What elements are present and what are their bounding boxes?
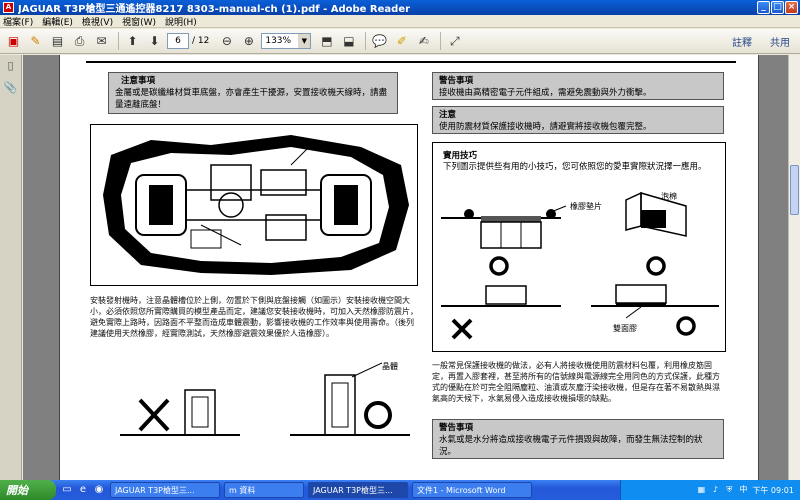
security-icon[interactable]: ⛨	[724, 485, 734, 495]
caution-body: 使用防震材質保護接收機時，請避實將接收機包覆完整。	[439, 122, 652, 132]
toolbar-separator	[440, 32, 442, 50]
zoom-in-icon[interactable]: ⊕	[239, 32, 258, 51]
clock: 下午 09:01	[752, 485, 794, 495]
menu-help[interactable]: 說明(H)	[165, 15, 197, 28]
vertical-scrollbar[interactable]	[788, 55, 800, 480]
car-illustration-frame	[90, 124, 418, 286]
toolbar: ▣ ✎ ▤ ⎙ ✉ ⬆ ⬇ 6 / 12 ⊖ ⊕ 133% ▼ ⬒ ⬓ 💬 ✐ …	[0, 29, 800, 54]
warning-bottom-title: 警告事項	[439, 423, 474, 433]
sponge-label: 泡棉	[661, 192, 677, 201]
scrollbar-thumb[interactable]	[790, 165, 799, 215]
menu-window[interactable]: 視窗(W)	[122, 15, 156, 28]
menu-bar: 檔案(F) 編輯(E) 檢視(V) 視窗(W) 說明(H)	[0, 15, 800, 28]
installation-paragraph: 安裝發射機時，注意晶體槽位於上側，勿置於下側與底盤接觸（如圖示）安裝接收機空間大…	[90, 296, 418, 338]
page-total: / 12	[192, 36, 210, 46]
zoom-select[interactable]: 133% ▼	[261, 33, 312, 49]
adobe-reader-icon: A	[3, 2, 14, 13]
warning-bottom-body: 水氣或是水分將造成接收機電子元件損毀與故障，而發生無法控制的狀況。	[439, 435, 703, 457]
window-title: JAGUAR T3P槍型三通遙控器8217 8303-manual-ch (1)…	[18, 4, 411, 15]
chevron-down-icon[interactable]: ▼	[298, 34, 311, 48]
previous-page-icon[interactable]: ⬆	[123, 32, 142, 51]
browser-icon[interactable]: e	[76, 483, 90, 497]
taskbar-item-folder[interactable]: m 資料	[224, 482, 304, 498]
taskbar-item-pdf-1[interactable]: JAGUAR T3P槍型三...	[110, 482, 220, 498]
minimize-button[interactable]: _	[757, 1, 770, 14]
toolbar-separator	[118, 32, 119, 50]
zoom-value: 133%	[265, 36, 292, 46]
ime-icon[interactable]: 中	[738, 485, 748, 495]
expand-icon[interactable]: ⤢	[445, 32, 464, 51]
network-icon[interactable]: ▦	[696, 485, 706, 495]
toolbar-separator	[365, 32, 367, 50]
close-button[interactable]: ×	[785, 1, 798, 14]
notice-title: 注意事項	[121, 76, 156, 86]
maximize-button[interactable]: □	[771, 1, 784, 14]
taskbar-item-pdf-2[interactable]: JAGUAR T3P槍型三...	[308, 482, 408, 498]
page-thumbnails-icon[interactable]: ▯	[4, 59, 18, 73]
tips-title: 實用技巧	[443, 151, 478, 161]
tips-body: 下列圖示提供些有用的小技巧，您可依照您的愛車實際狀況擇一應用。	[443, 162, 707, 172]
comment-link[interactable]: 註釋	[732, 34, 752, 49]
share-link[interactable]: 共用	[770, 34, 790, 49]
show-desktop-icon[interactable]: ▭	[60, 483, 74, 497]
email-icon[interactable]: ✉	[92, 32, 111, 51]
print-icon[interactable]: ⎙	[70, 32, 89, 51]
highlight-icon[interactable]: ✐	[392, 32, 411, 51]
warning-box-top: 警告事項 接收機由高精密電子元件組成，需避免震動與外力衝擊。	[432, 72, 724, 100]
title-bar: A JAGUAR T3P槍型三通遙控器8217 8303-manual-ch (…	[0, 0, 800, 15]
next-page-icon[interactable]: ⬇	[145, 32, 164, 51]
attachment-icon[interactable]: 📎	[4, 81, 18, 95]
start-button[interactable]: 開始	[0, 480, 56, 500]
collaborate-icon[interactable]: ✎	[26, 32, 45, 51]
practical-tips-box: 實用技巧 下列圖示提供些有用的小技巧，您可依照您的愛車實際狀況擇一應用。 橡膠墊…	[432, 142, 726, 352]
notice-body: 金屬或是碳纖維材質車底盤，亦會產生干擾源，安置接收機天線時，請盡量遠離底盤！	[115, 88, 388, 110]
menu-edit[interactable]: 編輯(E)	[42, 15, 73, 28]
receiver-orientation-figure	[120, 362, 410, 436]
taskbar: 開始 ▭ e ◉ JAGUAR T3P槍型三... m 資料 JAGUAR T3…	[0, 480, 800, 500]
navigation-panel: ▯ 📎	[0, 55, 22, 480]
page-number-input[interactable]: 6	[167, 33, 189, 49]
menu-file[interactable]: 檔案(F)	[3, 15, 33, 28]
sign-icon[interactable]: ✍	[414, 32, 433, 51]
crystal-label: 晶體	[382, 362, 398, 371]
tips-illustration	[441, 191, 719, 340]
taskbar-item-word[interactable]: 文件1 - Microsoft Word	[412, 482, 532, 498]
car-chassis-illustration	[103, 135, 409, 275]
comment-icon[interactable]: 💬	[370, 32, 389, 51]
media-icon[interactable]: ◉	[92, 483, 106, 497]
protection-paragraph: 一般常見保護接收機的做法，必有人將接收機使用防震材料包覆，利用橡皮筋固定，再置入…	[432, 361, 720, 403]
warning-body: 接收機由高精密電子元件組成，需避免震動與外力衝擊。	[439, 88, 652, 98]
double-tape-label: 雙面膠	[613, 324, 637, 333]
warning-box-bottom: 警告事項 水氣或是水分將造成接收機電子元件損毀與故障，而發生無法控制的狀況。	[432, 419, 724, 459]
system-tray: ▦ ♪ ⛨ 中 下午 09:01	[620, 480, 800, 500]
fit-width-icon[interactable]: ⬓	[339, 32, 358, 51]
zoom-out-icon[interactable]: ⊖	[217, 32, 236, 51]
fit-page-icon[interactable]: ⬒	[317, 32, 336, 51]
save-icon[interactable]: ▤	[48, 32, 67, 51]
caution-box: 注意 使用防震材質保護接收機時，請避實將接收機包覆完整。	[432, 106, 724, 134]
page-header-rule	[86, 61, 736, 63]
create-pdf-icon[interactable]: ▣	[4, 32, 23, 51]
notice-box-left: 注意事項 金屬或是碳纖維材質車底盤，亦會產生干擾源，安置接收機天線時，請盡量遠離…	[108, 72, 398, 114]
document-viewport[interactable]: 注意事項 金屬或是碳纖維材質車底盤，亦會產生干擾源，安置接收機天線時，請盡量遠離…	[23, 55, 788, 480]
menu-view[interactable]: 檢視(V)	[82, 15, 113, 28]
warning-title: 警告事項	[439, 76, 474, 86]
rubber-pad-label: 橡膠墊片	[570, 202, 602, 211]
pdf-page: 注意事項 金屬或是碳纖維材質車底盤，亦會產生干擾源，安置接收機天線時，請盡量遠離…	[59, 55, 759, 480]
volume-icon[interactable]: ♪	[710, 485, 720, 495]
caution-title: 注意	[439, 110, 457, 120]
